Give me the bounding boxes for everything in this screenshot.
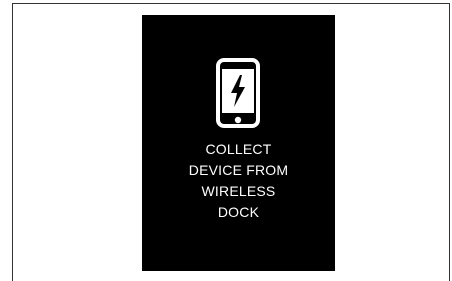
- message-line-1: COLLECT: [205, 141, 272, 157]
- message-line-3: WIRELESS: [201, 183, 276, 199]
- message-line-4: DOCK: [217, 204, 260, 220]
- collect-device-message: COLLECT DEVICE FROM WIRELESS DOCK: [142, 139, 335, 223]
- message-line-2: DEVICE FROM: [188, 162, 289, 178]
- phone-charging-icon: [215, 57, 261, 129]
- vehicle-display-screen: COLLECT DEVICE FROM WIRELESS DOCK: [142, 15, 335, 271]
